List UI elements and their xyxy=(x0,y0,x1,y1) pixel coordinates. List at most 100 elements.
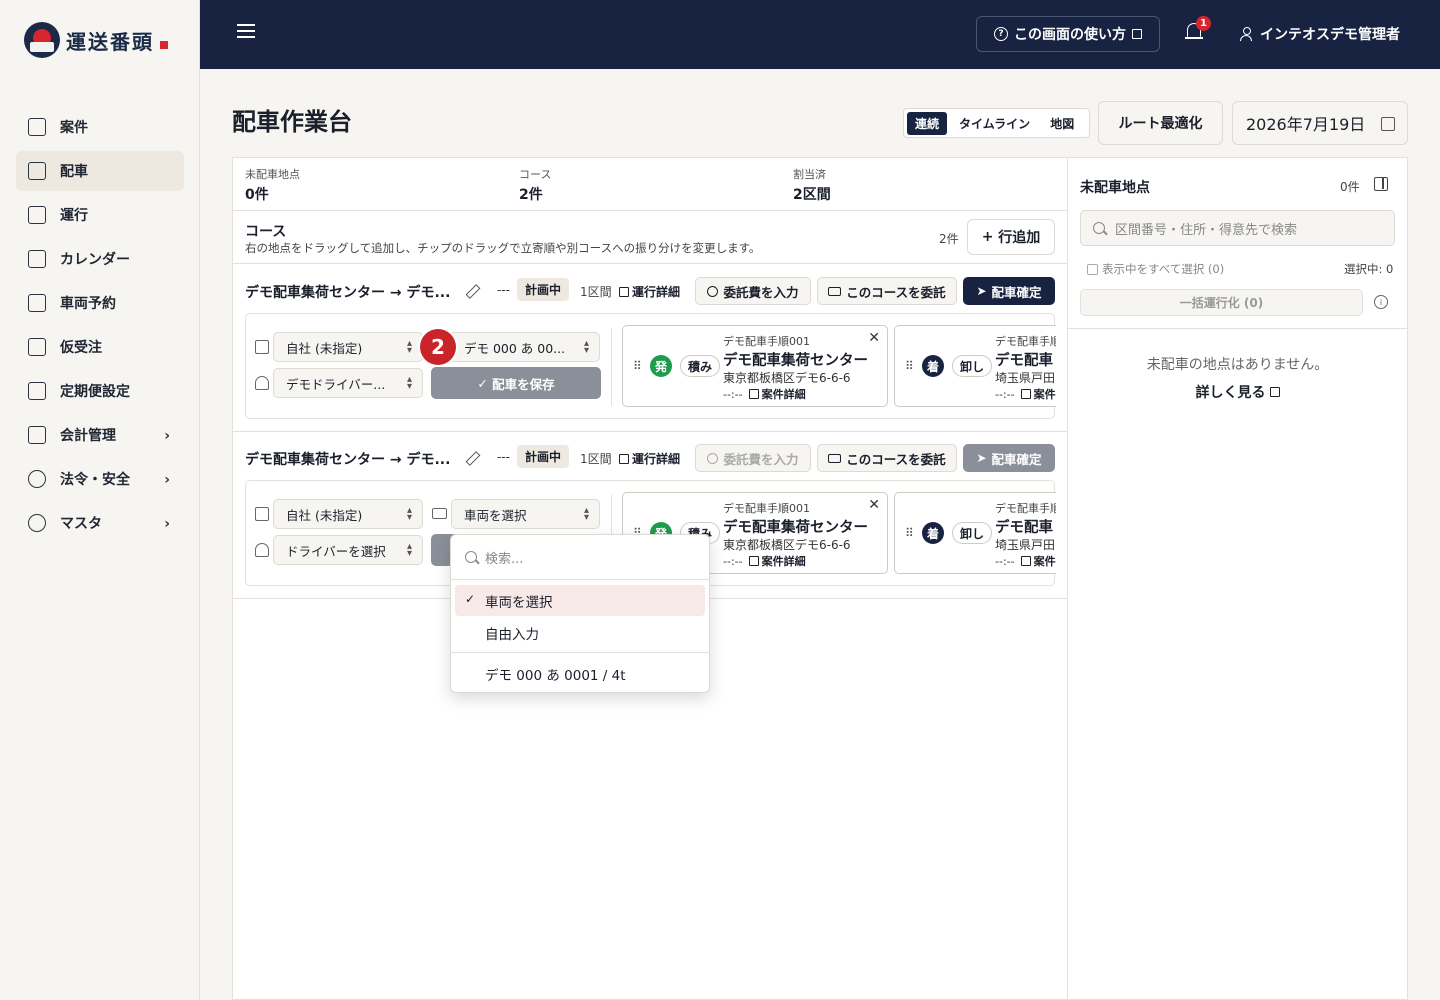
view-toggle: 連続 タイムライン 地図 xyxy=(903,108,1090,138)
sidebar-item-calendar[interactable]: カレンダー xyxy=(16,239,184,279)
save-dispatch-button[interactable]: ✓ 配車を保存 xyxy=(431,367,601,399)
close-icon[interactable]: ✕ xyxy=(868,497,880,513)
stop-name: デモ配車集荷センター xyxy=(723,353,868,369)
sidebar-nav: 案件 配車 運行 カレンダー 車両予約 仮受注 定期便設定 会計管理 › 法令・安… xyxy=(16,107,184,547)
run-detail-link[interactable]: 運行詳細 xyxy=(619,450,680,467)
external-link-icon xyxy=(619,286,629,297)
dropdown-search[interactable]: 検索... xyxy=(451,535,709,580)
select-all-checkbox[interactable]: 表示中をすべて選択 (0) xyxy=(1087,261,1224,277)
info-icon[interactable]: i xyxy=(1374,295,1388,309)
confirm-dispatch-button[interactable]: ➤ 配車確定 xyxy=(963,277,1055,305)
courses-header: コース 右の地点をドラッグして追加し、チップのドラッグで立寄順や別コースへの振り… xyxy=(233,211,1067,264)
pencil-icon[interactable] xyxy=(465,284,479,298)
dispatch-icon xyxy=(28,162,46,180)
sidebar-item-cases[interactable]: 案件 xyxy=(16,107,184,147)
course-title: デモ配車集荷センター → デモ... xyxy=(245,452,451,468)
stop-address: 埼玉県戸田 xyxy=(995,538,1056,552)
search-input[interactable]: 区間番号・住所・得意先で検索 xyxy=(1080,210,1395,246)
drag-handle-icon[interactable]: ⠿ xyxy=(905,526,914,540)
stop-address: 埼玉県戸田 xyxy=(995,371,1056,385)
sidebar-item-compliance[interactable]: 法令・安全 › xyxy=(16,459,184,499)
logo-seal-icon xyxy=(160,41,168,49)
checklist-icon xyxy=(28,294,46,312)
sidebar-item-operations[interactable]: 運行 xyxy=(16,195,184,235)
tab-timeline[interactable]: タイムライン xyxy=(951,112,1038,135)
chevron-right-icon: › xyxy=(164,516,170,532)
calendar-icon xyxy=(1381,117,1395,131)
date-picker[interactable]: 2026年7月19日 xyxy=(1232,101,1408,145)
stop-seq: デモ配車手順 xyxy=(995,335,1056,348)
close-icon[interactable]: ✕ xyxy=(868,330,880,346)
stop-name: デモ配車 xyxy=(995,353,1053,369)
stop-chip[interactable]: ⠿ 着 卸し デモ配車手順 デモ配車 埼玉県戸田 --:-- 案件 xyxy=(894,325,1056,407)
vehicle-select[interactable]: デモ 000 あ 00... ▴ ▾ xyxy=(431,332,600,362)
section-count: 1区間 xyxy=(580,285,612,299)
driver-select[interactable]: ドライバーを選択 ▴ ▾ xyxy=(273,535,423,565)
stop-name: デモ配車集荷センター xyxy=(723,520,868,536)
course-card: デモ配車集荷センター → デモ... --- 計画中 1区間 運行詳細 委託費を… xyxy=(233,265,1067,432)
course-title: デモ配車集荷センター → デモ... xyxy=(245,285,451,301)
case-detail-link[interactable]: 案件詳細 xyxy=(748,386,806,402)
drag-handle-icon[interactable]: ⠿ xyxy=(633,359,642,373)
input-fee-button[interactable]: 委託費を入力 xyxy=(695,444,811,472)
tab-continuous[interactable]: 連続 xyxy=(907,111,948,135)
user-menu[interactable]: インテオスデモ管理者 xyxy=(1240,24,1400,44)
panel-title: 未配車地点 xyxy=(1080,180,1150,196)
app-logo[interactable]: 運送番頭 xyxy=(24,22,168,58)
driver-select[interactable]: デモドライバー... ▴ ▾ xyxy=(273,368,423,398)
updown-icon: ▴ ▾ xyxy=(406,338,412,356)
case-detail-link[interactable]: 案件詳細 xyxy=(748,553,806,569)
sidebar-item-master[interactable]: マスタ › xyxy=(16,503,184,543)
person-icon xyxy=(255,543,269,557)
tab-map[interactable]: 地図 xyxy=(1042,112,1082,135)
courses-description: 右の地点をドラッグして追加し、チップのドラッグで立寄順や別コースへの振り分けを変… xyxy=(245,241,761,255)
courses-title: コース xyxy=(245,224,287,240)
learn-more-link[interactable]: 詳しく見る xyxy=(1068,382,1407,402)
dropdown-option-vehicle[interactable]: デモ 000 あ 0001 / 4t xyxy=(455,658,705,689)
collapse-panel-icon[interactable] xyxy=(1374,177,1388,191)
company-select[interactable]: 自社 (未指定) ▴ ▾ xyxy=(273,332,423,362)
vehicle-select[interactable]: 車両を選択 ▴ ▾ xyxy=(451,499,600,529)
stop-chip[interactable]: ⠿ 着 卸し デモ配車手順 デモ配車 埼玉県戸田 --:-- 案件 xyxy=(894,492,1056,574)
dropdown-option-free-input[interactable]: 自由入力 xyxy=(455,617,705,648)
pencil-icon[interactable] xyxy=(465,451,479,465)
sidebar-item-scheduled-routes[interactable]: 定期便設定 xyxy=(16,371,184,411)
stats-bar: 未配車地点 0件 コース 2件 割当済 2区間 xyxy=(233,158,1067,211)
sidebar: 運送番頭 案件 配車 運行 カレンダー 車両予約 仮受注 定期便設定 会計管理 ›… xyxy=(0,0,200,1000)
outsource-course-button[interactable]: このコースを委託 xyxy=(817,444,957,472)
help-button[interactable]: ? この画面の使い方 xyxy=(976,16,1160,52)
sidebar-item-label: 案件 xyxy=(60,120,88,136)
sidebar-item-label: 仮受注 xyxy=(60,340,102,356)
add-row-button[interactable]: + 行追加 xyxy=(967,219,1055,255)
stop-chip[interactable]: ⠿ 発 積み デモ配車手順001 デモ配車集荷センター 東京都板橋区デモ6-6-… xyxy=(622,325,888,407)
sidebar-item-provisional-orders[interactable]: 仮受注 xyxy=(16,327,184,367)
route-optimize-button[interactable]: ルート最適化 xyxy=(1098,101,1223,145)
run-detail-link[interactable]: 運行詳細 xyxy=(619,283,680,300)
stat-assigned: 割当済 2区間 xyxy=(793,168,831,203)
stat-courses: コース 2件 xyxy=(519,168,552,203)
truck-icon xyxy=(432,508,447,519)
search-icon xyxy=(465,551,477,563)
panel-count: 0件 xyxy=(1340,180,1360,194)
notification-button[interactable]: 1 xyxy=(1185,16,1211,42)
case-detail-link[interactable]: 案件 xyxy=(1020,386,1056,402)
sidebar-item-label: 会計管理 xyxy=(60,428,116,444)
dropdown-option-select-vehicle[interactable]: ✓ 車両を選択 xyxy=(455,585,705,616)
drag-handle-icon[interactable]: ⠿ xyxy=(905,359,914,373)
confirm-dispatch-button[interactable]: ➤ 配車確定 xyxy=(963,444,1055,472)
outsource-course-button[interactable]: このコースを委託 xyxy=(817,277,957,305)
company-select[interactable]: 自社 (未指定) ▴ ▾ xyxy=(273,499,423,529)
sidebar-item-dispatch[interactable]: 配車 xyxy=(16,151,184,191)
menu-icon[interactable] xyxy=(237,24,255,38)
case-detail-link[interactable]: 案件 xyxy=(1020,553,1056,569)
truck-icon xyxy=(828,453,842,463)
step-badge: 2 xyxy=(420,329,456,365)
user-name: インテオスデモ管理者 xyxy=(1260,27,1400,43)
send-icon: ➤ xyxy=(976,284,987,298)
sidebar-item-vehicle-reservation[interactable]: 車両予約 xyxy=(16,283,184,323)
input-fee-button[interactable]: 委託費を入力 xyxy=(695,277,811,305)
updown-icon: ▴ ▾ xyxy=(583,338,589,356)
bulk-run-button[interactable]: 一括運行化 (0) xyxy=(1080,289,1363,316)
question-icon: ? xyxy=(994,27,1008,41)
sidebar-item-accounting[interactable]: 会計管理 › xyxy=(16,415,184,455)
